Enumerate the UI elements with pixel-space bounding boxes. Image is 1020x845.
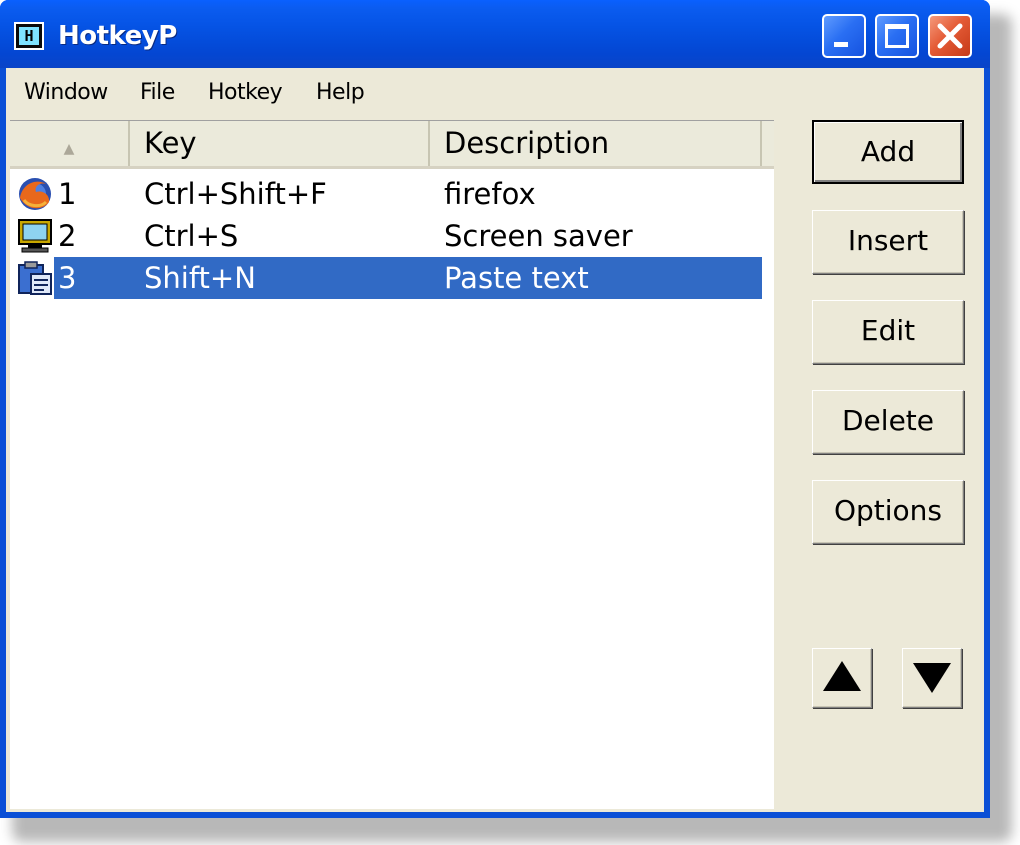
client-area: Window File Hotkey Help ▲ Key Descriptio… bbox=[6, 68, 984, 812]
row-key: Shift+N bbox=[144, 261, 256, 295]
delete-button[interactable]: Delete bbox=[812, 390, 964, 454]
app-icon[interactable]: H bbox=[14, 22, 44, 50]
options-button[interactable]: Options bbox=[812, 480, 964, 544]
row-description: Paste text bbox=[444, 261, 589, 295]
menu-window[interactable]: Window bbox=[24, 80, 108, 105]
add-button[interactable]: Add bbox=[812, 120, 964, 184]
sort-ascending-icon: ▲ bbox=[63, 141, 75, 157]
menu-file[interactable]: File bbox=[140, 80, 175, 105]
monitor-icon bbox=[18, 219, 52, 253]
window-title: HotkeyP bbox=[58, 21, 177, 51]
row-key: Ctrl+S bbox=[144, 219, 239, 253]
row-number: 1 bbox=[58, 177, 77, 211]
title-bar[interactable]: H HotkeyP bbox=[0, 0, 990, 68]
row-number: 2 bbox=[58, 219, 77, 253]
maximize-icon bbox=[885, 24, 909, 48]
row-key: Ctrl+Shift+F bbox=[144, 177, 327, 211]
firefox-icon bbox=[19, 178, 51, 210]
triangle-up-icon bbox=[823, 661, 861, 691]
maximize-button[interactable] bbox=[875, 14, 919, 58]
clipboard-icon bbox=[18, 261, 52, 295]
column-header-key[interactable]: Key bbox=[130, 121, 430, 166]
button-panel: Add Insert Edit Delete Options bbox=[774, 120, 984, 808]
table-row[interactable]: 1 Ctrl+Shift+F firefox bbox=[10, 173, 762, 215]
minimize-button[interactable] bbox=[822, 14, 866, 58]
move-down-button[interactable] bbox=[902, 648, 962, 708]
column-header-number[interactable]: ▲ bbox=[10, 121, 130, 166]
insert-button[interactable]: Insert bbox=[812, 210, 964, 274]
table-row-selected[interactable]: 3 Shift+N Paste text bbox=[10, 257, 762, 299]
row-description: Screen saver bbox=[444, 219, 633, 253]
close-icon bbox=[937, 23, 963, 49]
row-number: 3 bbox=[58, 261, 77, 295]
app-window: H HotkeyP Window File Hotkey Help ▲ Key … bbox=[0, 0, 990, 818]
triangle-down-icon bbox=[913, 663, 951, 693]
row-description: firefox bbox=[444, 177, 536, 211]
menu-hotkey[interactable]: Hotkey bbox=[208, 80, 283, 105]
minimize-icon bbox=[834, 42, 848, 47]
list-header: ▲ Key Description bbox=[10, 121, 774, 169]
column-header-description[interactable]: Description bbox=[430, 121, 762, 166]
move-up-button[interactable] bbox=[812, 648, 872, 708]
menu-help[interactable]: Help bbox=[316, 80, 365, 105]
close-button[interactable] bbox=[928, 14, 972, 58]
app-icon-letter: H bbox=[19, 27, 39, 45]
edit-button[interactable]: Edit bbox=[812, 300, 964, 364]
table-row[interactable]: 2 Ctrl+S Screen saver bbox=[10, 215, 762, 257]
menu-bar: Window File Hotkey Help bbox=[6, 68, 984, 118]
hotkey-list[interactable]: ▲ Key Description 1 Ctrl+Shift+F firefox bbox=[10, 120, 774, 809]
